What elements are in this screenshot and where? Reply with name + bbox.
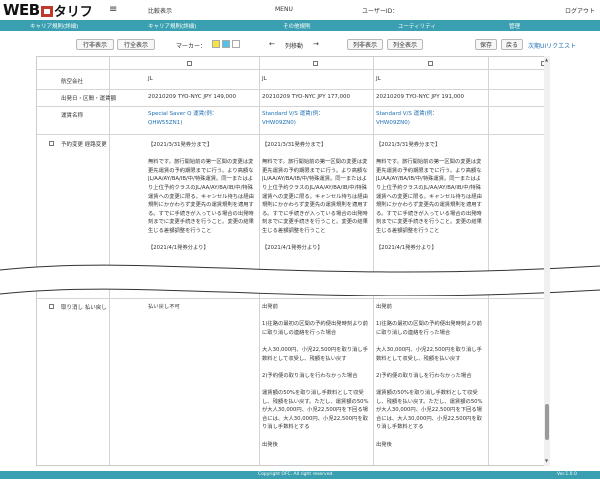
fare-value: 20210209 TYO-NYC JPY 149,000: [148, 94, 237, 100]
logout-link[interactable]: ログアウト: [565, 6, 595, 15]
cancel-rule-text: 出発前 1)往路の最初の区間の予約便出発時刻より前に取り消しの連絡を行った場合 …: [262, 304, 369, 448]
subnav-career-detail-2[interactable]: キャリア規則(詳細): [148, 22, 196, 30]
fare-type-code[interactable]: VHW09ZN0): [376, 119, 410, 127]
nav-fare-compare[interactable]: 比較表示: [148, 6, 172, 15]
fare-type-link[interactable]: Standard V/S 運賃(例：: [262, 110, 324, 118]
row-divider: [37, 89, 549, 90]
column-checkbox[interactable]: [187, 61, 192, 66]
scrollbar-thumb[interactable]: [545, 404, 549, 440]
cancel-rule-text: 払い戻し不可: [148, 304, 180, 310]
fare-type-code[interactable]: QHW55ZN1): [148, 119, 182, 127]
back-button[interactable]: 戻る: [501, 39, 523, 50]
cancel-rule-text: 出発前 1)往路の最初の区間の予約便出発時刻より前に取り消しの連絡を行った場合 …: [376, 304, 483, 448]
row-divider: [37, 106, 549, 107]
scroll-up-icon[interactable]: ▲: [545, 57, 548, 62]
column-hide-button[interactable]: 列非表示: [347, 39, 383, 50]
row-label-cancel: 取り消し 払い戻し: [61, 305, 107, 311]
subnav-utility[interactable]: ユーティリティ: [398, 22, 436, 30]
marker-yellow-swatch[interactable]: [212, 40, 220, 48]
app-logo[interactable]: WEB タリフ: [3, 1, 93, 20]
column-checkbox[interactable]: [428, 61, 433, 66]
row-hide-button[interactable]: 行非表示: [76, 39, 114, 50]
marker-label: マーカー：: [176, 43, 207, 50]
logo-web-text: WEB: [3, 1, 40, 19]
marker-blue-swatch[interactable]: [222, 40, 230, 48]
sub-navigation: キャリア規則(詳細) キャリア規則(詳細) その他規則 ユーティリティ 管理: [0, 20, 600, 31]
row-divider: [37, 69, 549, 70]
fare-type-link[interactable]: Special Saver Q 運賃(例：: [148, 110, 217, 118]
subnav-career-detail[interactable]: キャリア規則(詳細): [30, 22, 78, 30]
fare-type-code[interactable]: VHW09ZN0): [262, 119, 296, 127]
logo-mark-icon: [40, 5, 53, 17]
change-rule-text: 【2021/3/31発券分まで】 無料です。旅行開始前の第一区間の変更は変更先運…: [262, 142, 368, 252]
row-divider: [37, 134, 549, 135]
airline-value: JL: [262, 76, 267, 82]
subnav-admin[interactable]: 管理: [509, 22, 520, 30]
airline-value: JL: [376, 76, 381, 82]
change-rule-text: 【2021/3/31発券分まで】 無料です。旅行開始前の第一区間の変更は変更先運…: [148, 142, 254, 252]
app-header: WEB タリフ ≡ 比較表示 MENU ユーザーID： ログアウト: [0, 0, 600, 20]
row-checkbox-cancel[interactable]: [49, 304, 54, 309]
app-footer: Copyright OFC. All right reserved. Ver.1…: [0, 471, 600, 479]
scroll-down-icon[interactable]: ▼: [545, 458, 548, 463]
nav-menu[interactable]: MENU: [275, 6, 293, 13]
copyright-text: Copyright OFC. All right reserved.: [258, 472, 334, 477]
save-button[interactable]: 保存: [475, 39, 497, 50]
row-show-all-button[interactable]: 行全表示: [117, 39, 155, 50]
nav-user-id: ユーザーID：: [362, 8, 399, 15]
content-break-separator: [0, 264, 600, 296]
next-ui-request-link[interactable]: 次期UIリクエスト: [528, 41, 576, 50]
column-show-all-button[interactable]: 列全表示: [387, 39, 423, 50]
column-move-label: 列移動: [285, 43, 304, 50]
row-label-fare: 出発日・区間・運賃額: [61, 96, 117, 102]
change-rule-text: 【2021/3/31発券分まで】 無料です。旅行開始前の第一区間の変更は変更先運…: [376, 142, 482, 252]
column-checkbox[interactable]: [313, 61, 318, 66]
marker-white-swatch[interactable]: [232, 40, 240, 48]
arrow-right-icon[interactable]: →: [313, 40, 319, 48]
subnav-other-rules[interactable]: その他規則: [283, 22, 311, 30]
version-text: Ver.1.0.0: [557, 472, 577, 477]
row-label-change: 予約変更 経路変更: [61, 142, 107, 148]
row-checkbox-change[interactable]: [49, 141, 54, 146]
hamburger-menu-icon[interactable]: ≡: [109, 4, 117, 15]
airline-value: JL: [148, 76, 153, 82]
toolbar: 行非表示 行全表示 マーカー： ← 列移動 → 列非表示 列全表示 保存 戻る …: [0, 35, 600, 51]
logo-tariff-text: タリフ: [53, 4, 93, 20]
fare-value: 20210209 TYO-NYC JPY 177,000: [262, 94, 351, 100]
row-divider: [37, 298, 549, 299]
row-label-airline: 航空会社: [61, 79, 84, 85]
arrow-left-icon[interactable]: ←: [269, 40, 275, 48]
row-label-fare-type: 運賃名称: [61, 113, 84, 119]
fare-value: 20210209 TYO-NYC JPY 191,000: [376, 94, 465, 100]
fare-type-link[interactable]: Standard V/S 運賃(例：: [376, 110, 438, 118]
